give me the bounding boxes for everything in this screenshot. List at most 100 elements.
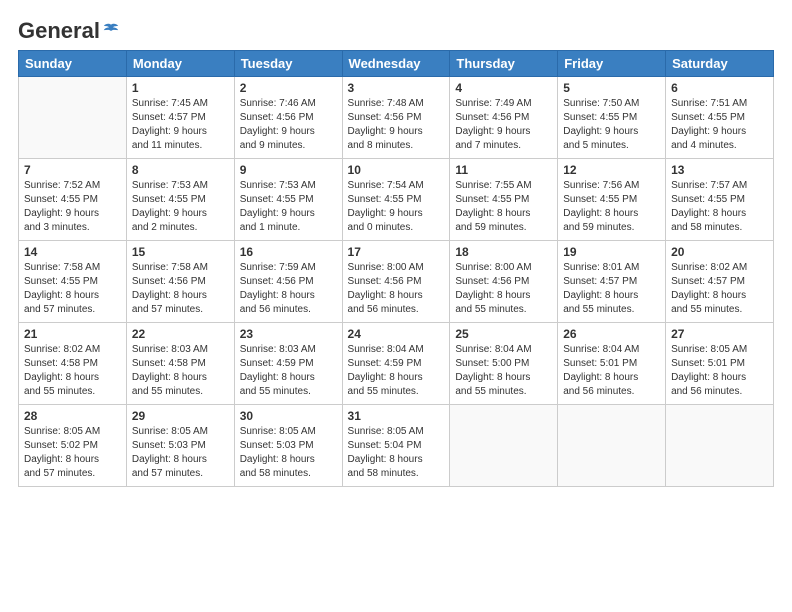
day-number: 6	[671, 81, 768, 95]
calendar-cell: 21 Sunrise: 8:02 AMSunset: 4:58 PMDayligh…	[19, 323, 127, 405]
cell-text: Sunrise: 7:59 AMSunset: 4:56 PMDaylight:…	[240, 261, 337, 317]
cell-text: Sunrise: 8:04 AMSunset: 5:00 PMDaylight:…	[455, 343, 552, 399]
logo-bird-icon	[102, 22, 120, 40]
calendar-cell: 23 Sunrise: 8:03 AMSunset: 4:59 PMDayligh…	[234, 323, 342, 405]
cell-text: Sunrise: 7:58 AMSunset: 4:55 PMDaylight:…	[24, 261, 121, 317]
calendar-cell: 27 Sunrise: 8:05 AMSunset: 5:01 PMDayligh…	[666, 323, 774, 405]
day-number: 18	[455, 245, 552, 259]
cell-text: Sunrise: 7:48 AMSunset: 4:56 PMDaylight:…	[348, 97, 445, 153]
cell-text: Sunrise: 7:49 AMSunset: 4:56 PMDaylight:…	[455, 97, 552, 153]
col-header-thursday: Thursday	[450, 51, 558, 77]
day-number: 19	[563, 245, 660, 259]
cell-text: Sunrise: 8:00 AMSunset: 4:56 PMDaylight:…	[455, 261, 552, 317]
day-number: 1	[132, 81, 229, 95]
calendar-cell: 7 Sunrise: 7:52 AMSunset: 4:55 PMDaylight…	[19, 159, 127, 241]
day-number: 22	[132, 327, 229, 341]
cell-text: Sunrise: 8:03 AMSunset: 4:58 PMDaylight:…	[132, 343, 229, 399]
cell-text: Sunrise: 7:55 AMSunset: 4:55 PMDaylight:…	[455, 179, 552, 235]
cell-text: Sunrise: 8:02 AMSunset: 4:57 PMDaylight:…	[671, 261, 768, 317]
cell-text: Sunrise: 7:56 AMSunset: 4:55 PMDaylight:…	[563, 179, 660, 235]
calendar-cell: 31Sunrise: 8:05 AMSunset: 5:04 PMDayligh…	[342, 405, 450, 487]
calendar-cell: 14 Sunrise: 7:58 AMSunset: 4:55 PMDayligh…	[19, 241, 127, 323]
calendar-cell: 8Sunrise: 7:53 AMSunset: 4:55 PMDaylight…	[126, 159, 234, 241]
day-number: 21	[24, 327, 121, 341]
col-header-monday: Monday	[126, 51, 234, 77]
day-number: 29	[132, 409, 229, 423]
day-number: 16	[240, 245, 337, 259]
calendar-cell: 1 Sunrise: 7:45 AMSunset: 4:57 PMDaylight…	[126, 77, 234, 159]
day-number: 12	[563, 163, 660, 177]
calendar-cell	[666, 405, 774, 487]
day-number: 30	[240, 409, 337, 423]
cell-text: Sunrise: 7:52 AMSunset: 4:55 PMDaylight:…	[24, 179, 121, 235]
calendar-cell	[450, 405, 558, 487]
cell-text: Sunrise: 8:05 AMSunset: 5:04 PMDaylight:…	[348, 425, 445, 481]
day-number: 25	[455, 327, 552, 341]
calendar-cell: 20 Sunrise: 8:02 AMSunset: 4:57 PMDayligh…	[666, 241, 774, 323]
cell-text: Sunrise: 8:04 AMSunset: 4:59 PMDaylight:…	[348, 343, 445, 399]
day-number: 15	[132, 245, 229, 259]
day-number: 8	[132, 163, 229, 177]
calendar-cell: 22 Sunrise: 8:03 AMSunset: 4:58 PMDayligh…	[126, 323, 234, 405]
day-number: 17	[348, 245, 445, 259]
calendar-cell: 15Sunrise: 7:58 AMSunset: 4:56 PMDayligh…	[126, 241, 234, 323]
calendar-cell: 11 Sunrise: 7:55 AMSunset: 4:55 PMDayligh…	[450, 159, 558, 241]
cell-text: Sunrise: 8:05 AMSunset: 5:02 PMDaylight:…	[24, 425, 121, 481]
week-row-4: 21 Sunrise: 8:02 AMSunset: 4:58 PMDayligh…	[19, 323, 774, 405]
col-header-wednesday: Wednesday	[342, 51, 450, 77]
cell-text: Sunrise: 8:02 AMSunset: 4:58 PMDaylight:…	[24, 343, 121, 399]
cell-text: Sunrise: 8:05 AMSunset: 5:03 PMDaylight:…	[132, 425, 229, 481]
calendar-cell: 9Sunrise: 7:53 AMSunset: 4:55 PMDaylight…	[234, 159, 342, 241]
calendar-cell: 6 Sunrise: 7:51 AMSunset: 4:55 PMDaylight…	[666, 77, 774, 159]
week-row-2: 7 Sunrise: 7:52 AMSunset: 4:55 PMDaylight…	[19, 159, 774, 241]
logo: General	[18, 18, 120, 40]
cell-text: Sunrise: 8:01 AMSunset: 4:57 PMDaylight:…	[563, 261, 660, 317]
calendar-cell: 16 Sunrise: 7:59 AMSunset: 4:56 PMDayligh…	[234, 241, 342, 323]
day-number: 20	[671, 245, 768, 259]
day-number: 23	[240, 327, 337, 341]
cell-text: Sunrise: 7:57 AMSunset: 4:55 PMDaylight:…	[671, 179, 768, 235]
calendar-cell: 5Sunrise: 7:50 AMSunset: 4:55 PMDaylight…	[558, 77, 666, 159]
cell-text: Sunrise: 7:51 AMSunset: 4:55 PMDaylight:…	[671, 97, 768, 153]
calendar-cell: 13 Sunrise: 7:57 AMSunset: 4:55 PMDayligh…	[666, 159, 774, 241]
calendar-cell	[19, 77, 127, 159]
cell-text: Sunrise: 8:05 AMSunset: 5:01 PMDaylight:…	[671, 343, 768, 399]
calendar-cell	[558, 405, 666, 487]
calendar-table: SundayMondayTuesdayWednesdayThursdayFrid…	[18, 50, 774, 487]
day-number: 27	[671, 327, 768, 341]
header: General	[18, 18, 774, 40]
day-number: 24	[348, 327, 445, 341]
day-number: 11	[455, 163, 552, 177]
calendar-cell: 19 Sunrise: 8:01 AMSunset: 4:57 PMDayligh…	[558, 241, 666, 323]
page: General SundayMondayTuesdayWednesdayThur…	[0, 0, 792, 612]
calendar-cell: 3Sunrise: 7:48 AMSunset: 4:56 PMDaylight…	[342, 77, 450, 159]
logo-general: General	[18, 18, 100, 44]
day-number: 10	[348, 163, 445, 177]
cell-text: Sunrise: 8:04 AMSunset: 5:01 PMDaylight:…	[563, 343, 660, 399]
calendar-cell: 26 Sunrise: 8:04 AMSunset: 5:01 PMDayligh…	[558, 323, 666, 405]
day-number: 28	[24, 409, 121, 423]
calendar-header-row: SundayMondayTuesdayWednesdayThursdayFrid…	[19, 51, 774, 77]
calendar-cell: 24 Sunrise: 8:04 AMSunset: 4:59 PMDayligh…	[342, 323, 450, 405]
calendar-cell: 30 Sunrise: 8:05 AMSunset: 5:03 PMDayligh…	[234, 405, 342, 487]
day-number: 14	[24, 245, 121, 259]
calendar-cell: 17 Sunrise: 8:00 AMSunset: 4:56 PMDayligh…	[342, 241, 450, 323]
day-number: 2	[240, 81, 337, 95]
col-header-sunday: Sunday	[19, 51, 127, 77]
day-number: 26	[563, 327, 660, 341]
calendar-cell: 10Sunrise: 7:54 AMSunset: 4:55 PMDayligh…	[342, 159, 450, 241]
calendar-cell: 29 Sunrise: 8:05 AMSunset: 5:03 PMDayligh…	[126, 405, 234, 487]
calendar-cell: 25 Sunrise: 8:04 AMSunset: 5:00 PMDayligh…	[450, 323, 558, 405]
cell-text: Sunrise: 7:45 AMSunset: 4:57 PMDaylight:…	[132, 97, 229, 153]
day-number: 7	[24, 163, 121, 177]
col-header-tuesday: Tuesday	[234, 51, 342, 77]
day-number: 5	[563, 81, 660, 95]
day-number: 9	[240, 163, 337, 177]
week-row-3: 14 Sunrise: 7:58 AMSunset: 4:55 PMDayligh…	[19, 241, 774, 323]
cell-text: Sunrise: 8:00 AMSunset: 4:56 PMDaylight:…	[348, 261, 445, 317]
calendar-cell: 12 Sunrise: 7:56 AMSunset: 4:55 PMDayligh…	[558, 159, 666, 241]
week-row-1: 1 Sunrise: 7:45 AMSunset: 4:57 PMDaylight…	[19, 77, 774, 159]
day-number: 13	[671, 163, 768, 177]
cell-text: Sunrise: 8:03 AMSunset: 4:59 PMDaylight:…	[240, 343, 337, 399]
cell-text: Sunrise: 8:05 AMSunset: 5:03 PMDaylight:…	[240, 425, 337, 481]
